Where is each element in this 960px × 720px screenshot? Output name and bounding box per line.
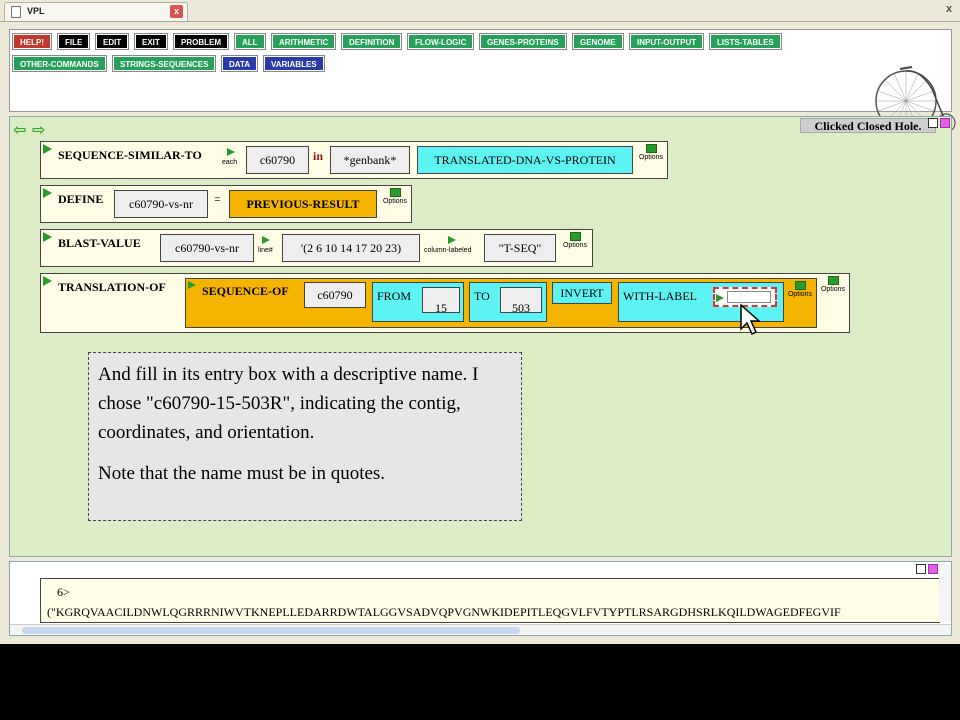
sequence-similar-to-block[interactable]: SEQUENCE-SIMILAR-TO each c60790 in *genb… bbox=[40, 141, 668, 179]
output-panel[interactable]: 6> ("KGRQVAACILDNWLQGRRRNIWVTKNEPLLEDARR… bbox=[9, 561, 952, 636]
from-label: FROM bbox=[377, 289, 412, 303]
from-block[interactable]: FROM 15 bbox=[372, 282, 464, 322]
maximize-icon[interactable] bbox=[928, 118, 938, 128]
options-button[interactable]: Options bbox=[379, 188, 411, 205]
menu-button-genes-proteins[interactable]: GENES-PROTEINS bbox=[480, 34, 566, 49]
column-icon[interactable] bbox=[448, 236, 456, 244]
arg-contig[interactable]: c60790 bbox=[304, 282, 366, 308]
each-icon[interactable] bbox=[227, 148, 235, 156]
keyword-translation-of: TRANSLATION-OF bbox=[58, 280, 166, 294]
vertical-scrollbar[interactable] bbox=[939, 564, 951, 622]
blast-value-block[interactable]: BLAST-VALUE c60790-vs-nr line# '(2 6 10 … bbox=[40, 229, 593, 267]
column-labeled-label[interactable]: column-labeled bbox=[424, 247, 471, 254]
keyword-sequence-similar-to: SEQUENCE-SIMILAR-TO bbox=[58, 148, 202, 162]
arg-blast-type[interactable]: TRANSLATED-DNA-VS-PROTEIN bbox=[417, 146, 633, 174]
to-value[interactable]: 503 bbox=[500, 287, 542, 315]
forward-arrow-icon[interactable]: ⇨ bbox=[32, 120, 45, 139]
translation-of-block[interactable]: TRANSLATION-OF SEQUENCE-OF c60790 FROM 1… bbox=[40, 273, 850, 336]
menu-button-flow-logic[interactable]: FLOW-LOGIC bbox=[408, 34, 474, 49]
menu-button-help[interactable]: HELP! bbox=[13, 34, 51, 49]
menu-panel: HELP! FILE EDIT EXIT PROBLEM ALL ARITHMETIC DEF… bbox=[9, 29, 956, 133]
run-icon[interactable] bbox=[43, 188, 52, 198]
from-value[interactable]: 15 bbox=[422, 287, 460, 315]
menu-button-genome[interactable]: GENOME bbox=[573, 34, 623, 49]
maximize-output-icon[interactable] bbox=[916, 564, 926, 574]
each-label[interactable]: each bbox=[222, 159, 237, 166]
run-icon[interactable] bbox=[188, 281, 196, 289]
with-label-block[interactable]: WITH-LABEL bbox=[618, 282, 784, 336]
output-sequence: ("KGRQVAACILDNWLQGRRRNIWVTKNEPLLEDARRDWT… bbox=[47, 605, 841, 619]
close-workspace-icon[interactable] bbox=[940, 118, 950, 128]
menu-button-input-output[interactable]: INPUT-OUTPUT bbox=[630, 34, 704, 49]
menu-button-problem[interactable]: PROBLEM bbox=[174, 34, 228, 49]
menu-button-file[interactable]: FILE bbox=[58, 34, 90, 49]
browser-tab[interactable]: VPL x bbox=[4, 2, 188, 21]
close-output-icon[interactable] bbox=[928, 564, 938, 574]
menu-button-variables[interactable]: VARIABLES bbox=[264, 56, 324, 71]
keyword-sequence-of: SEQUENCE-OF bbox=[202, 284, 289, 298]
output-prompt: 6> bbox=[57, 585, 70, 599]
with-label-label: WITH-LABEL bbox=[623, 289, 697, 303]
window-close-icon[interactable]: x bbox=[946, 4, 957, 15]
menu-button-strings-sequences[interactable]: STRINGS-SEQUENCES bbox=[113, 56, 216, 71]
label-input[interactable] bbox=[727, 291, 771, 303]
invert-toggle[interactable]: INVERT bbox=[552, 282, 612, 304]
mouse-cursor-icon bbox=[740, 303, 761, 336]
menu-button-edit[interactable]: EDIT bbox=[96, 34, 129, 49]
line-label[interactable]: line# bbox=[258, 247, 273, 254]
sequence-of-block[interactable]: SEQUENCE-OF c60790 FROM 15 TO 503 INVERT… bbox=[185, 278, 817, 336]
arg-blast-result[interactable]: c60790-vs-nr bbox=[160, 234, 254, 262]
nav-arrows: ⇦ ⇨ bbox=[13, 120, 45, 139]
tab-title: VPL bbox=[27, 6, 45, 16]
define-block[interactable]: DEFINE c60790-vs-nr = PREVIOUS-RESULT Op… bbox=[40, 185, 412, 223]
status-message: Clicked Closed Hole. bbox=[800, 118, 936, 133]
menu-button-lists-tables[interactable]: LISTS-TABLES bbox=[710, 34, 781, 49]
run-icon[interactable] bbox=[43, 276, 52, 286]
run-icon[interactable] bbox=[43, 232, 52, 242]
options-button[interactable]: Options bbox=[559, 232, 591, 249]
menu-button-exit[interactable]: EXIT bbox=[135, 34, 167, 49]
tab-close-icon[interactable]: x bbox=[170, 5, 183, 18]
menu-button-arithmetic[interactable]: ARITHMETIC bbox=[272, 34, 336, 49]
to-label: TO bbox=[474, 289, 490, 303]
arg-variable-name[interactable]: c60790-vs-nr bbox=[114, 190, 208, 218]
equals-label: = bbox=[214, 192, 221, 206]
back-arrow-icon[interactable]: ⇦ bbox=[13, 120, 26, 139]
arg-line-list[interactable]: '(2 6 10 14 17 20 23) bbox=[282, 234, 420, 262]
keyword-blast-value: BLAST-VALUE bbox=[58, 236, 141, 250]
output-result-row[interactable]: 6> ("KGRQVAACILDNWLQGRRRNIWVTKNEPLLEDARR… bbox=[40, 578, 940, 623]
to-block[interactable]: TO 503 bbox=[469, 282, 547, 322]
note-paragraph-1: And fill in its entry box with a descrip… bbox=[98, 364, 479, 443]
horizontal-scrollbar[interactable] bbox=[10, 624, 951, 635]
options-button-inner[interactable]: Options bbox=[784, 281, 816, 298]
scrollbar-thumb[interactable] bbox=[22, 627, 520, 634]
keyword-define: DEFINE bbox=[58, 192, 104, 206]
title-bar: VPL x x bbox=[0, 0, 960, 22]
arg-previous-result[interactable]: PREVIOUS-RESULT bbox=[229, 190, 377, 218]
arg-sequence[interactable]: c60790 bbox=[246, 146, 309, 174]
line-icon[interactable] bbox=[262, 236, 270, 244]
menu-button-data[interactable]: DATA bbox=[222, 56, 258, 71]
hole-icon[interactable] bbox=[716, 294, 724, 302]
run-icon[interactable] bbox=[43, 144, 52, 154]
document-icon bbox=[11, 6, 21, 18]
menu-button-all[interactable]: ALL bbox=[235, 34, 265, 49]
arg-database[interactable]: *genbank* bbox=[330, 146, 410, 174]
menu-button-other-commands[interactable]: OTHER-COMMANDS bbox=[13, 56, 106, 71]
tutorial-note: And fill in its entry box with a descrip… bbox=[88, 352, 522, 521]
note-paragraph-2: Note that the name must be in quotes. bbox=[98, 463, 386, 484]
in-label: in bbox=[313, 149, 324, 163]
menu-button-definition[interactable]: DEFINITION bbox=[342, 34, 402, 49]
options-button-outer[interactable]: Options bbox=[817, 276, 849, 293]
options-button[interactable]: Options bbox=[636, 144, 666, 161]
arg-column[interactable]: "T-SEQ" bbox=[484, 234, 556, 262]
